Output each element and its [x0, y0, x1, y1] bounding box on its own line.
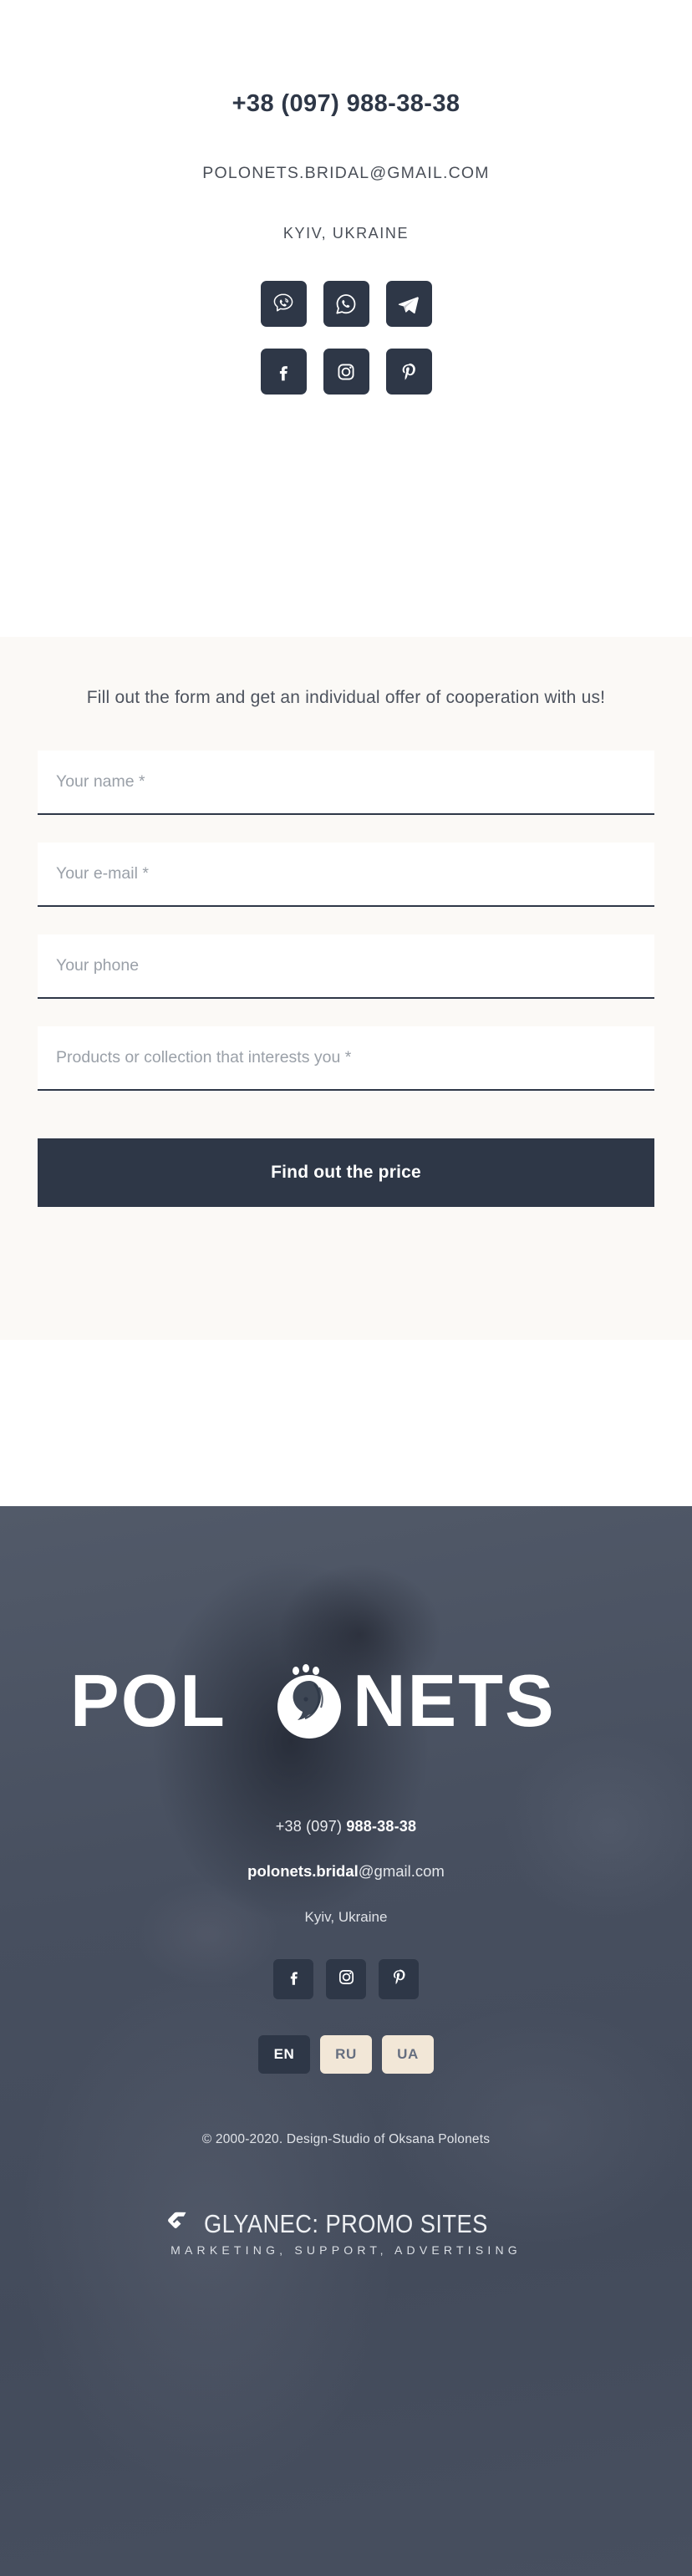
social-row — [0, 349, 692, 395]
city-label: KYIV, UKRAINE — [282, 225, 410, 242]
pinterest-icon — [389, 1967, 410, 1992]
lang-button-en[interactable]: EN — [258, 2035, 310, 2074]
pinterest-icon — [397, 360, 420, 384]
footer-logo[interactable]: POL NETS POLONETS — [0, 1506, 692, 1749]
footer-social-row — [0, 1959, 692, 1999]
polonets-logo-icon: POL NETS — [70, 1659, 556, 1742]
messenger-row — [0, 281, 692, 327]
site-footer: POL NETS POLONETS +38 (097) 988-38-38 po — [0, 1506, 692, 2576]
instagram-link[interactable] — [323, 349, 369, 395]
lang-button-ua[interactable]: UA — [382, 2035, 434, 2074]
language-switcher: EN RU UA — [0, 2035, 692, 2074]
phone-link[interactable]: +38 (097) 988-38-38 — [0, 92, 692, 116]
agency-credit-link[interactable]: GLYANEC: PROMO SITES MARKETING, SUPPORT,… — [0, 2207, 692, 2257]
find-out-price-button[interactable]: Find out the price — [38, 1138, 654, 1208]
footer-email-rest: @gmail.com — [358, 1862, 445, 1880]
name-input[interactable] — [56, 772, 636, 792]
footer-facebook-link[interactable] — [273, 1959, 313, 1999]
products-field-wrap[interactable] — [38, 1026, 654, 1092]
agency-name: GLYANEC: PROMO SITES — [204, 2208, 489, 2238]
footer-phone-prefix: +38 (097) — [275, 1818, 347, 1835]
form-title: Fill out the form and get an individual … — [86, 688, 606, 707]
phone-field-wrap[interactable] — [38, 934, 654, 1000]
footer-email-bold: polonets.bridal — [247, 1862, 359, 1880]
footer-city-label: Kyiv, Ukraine — [304, 1909, 388, 1925]
products-input[interactable] — [56, 1048, 636, 1068]
agency-tagline: MARKETING, SUPPORT, ADVERTISING — [170, 2243, 522, 2257]
facebook-icon — [283, 1967, 304, 1992]
contact-form-section: Fill out the form and get an individual … — [0, 637, 692, 1340]
pinterest-link[interactable] — [385, 349, 432, 395]
phone-input[interactable] — [56, 956, 636, 976]
facebook-icon — [272, 360, 295, 384]
footer-phone-link[interactable]: +38 (097) 988-38-38 — [0, 1818, 692, 1835]
footer-pinterest-link[interactable] — [379, 1959, 419, 1999]
instagram-icon — [336, 1967, 357, 1992]
svg-text:POL: POL — [70, 1659, 226, 1742]
viber-link[interactable] — [260, 281, 307, 327]
white-spacer — [0, 1340, 692, 1506]
footer-phone-bold: 988-38-38 — [346, 1818, 417, 1835]
email-field-wrap[interactable] — [38, 843, 654, 908]
footer-email-link[interactable]: polonets.bridal@gmail.com — [0, 1862, 692, 1881]
email-link[interactable]: POLONETS.BRIDAL@GMAIL.COM — [0, 164, 692, 183]
whatsapp-icon — [333, 292, 359, 317]
telegram-icon — [396, 292, 421, 317]
lang-button-ru[interactable]: RU — [320, 2035, 372, 2074]
copyright-text: © 2000-2020. Design-Studio of Oksana Pol… — [201, 2132, 491, 2146]
footer-instagram-link[interactable] — [326, 1959, 366, 1999]
name-field-wrap[interactable] — [38, 751, 654, 816]
facebook-link[interactable] — [260, 349, 307, 395]
svg-text:NETS: NETS — [353, 1659, 556, 1742]
glyanec-g-icon — [165, 2207, 193, 2240]
whatsapp-link[interactable] — [323, 281, 369, 327]
viber-icon — [271, 292, 296, 317]
email-input[interactable] — [56, 864, 636, 884]
top-contacts-section: +38 (097) 988-38-38 POLONETS.BRIDAL@GMAI… — [0, 0, 692, 637]
instagram-icon — [334, 360, 358, 384]
telegram-link[interactable] — [385, 281, 432, 327]
